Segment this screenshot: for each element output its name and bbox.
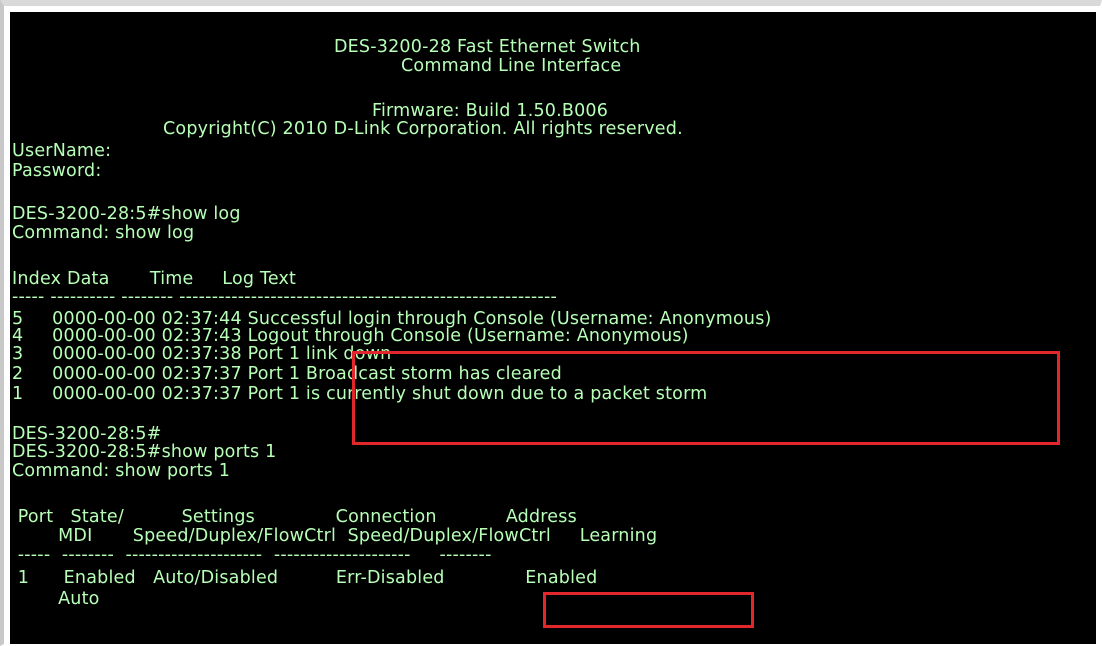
banner-copyright: Copyright(C) 2010 D-Link Corporation. Al… [163, 119, 683, 139]
banner-title-line1: DES-3200-28 Fast Ethernet Switch [334, 37, 641, 57]
log-row-4: 4 0000-00-00 02:37:43 Logout through Con… [12, 326, 689, 346]
screenshot-frame: DES-3200-28 Fast Ethernet Switch Command… [0, 0, 1102, 646]
ports-row-1-continued: Auto [12, 589, 100, 609]
log-row-1: 1 0000-00-00 02:37:37 Port 1 is currentl… [12, 384, 708, 404]
log-table-separator: ----- ---------- -------- --------------… [12, 287, 557, 307]
log-table-header: Index Data Time Log Text [12, 269, 297, 289]
password-prompt: Password: [12, 161, 102, 181]
banner-title-line2: Command Line Interface [401, 56, 622, 76]
banner-firmware: Firmware: Build 1.50.B006 [372, 101, 609, 121]
show-log-command-line: DES-3200-28:5#show log [12, 204, 241, 224]
ports-table-header-2: MDI Speed/Duplex/FlowCtrl Speed/Duplex/F… [12, 526, 658, 546]
log-row-3: 3 0000-00-00 02:37:38 Port 1 link down [12, 344, 392, 364]
ports-table-separator: ----- -------- --------------------- ---… [12, 545, 492, 565]
log-row-2: 2 0000-00-00 02:37:37 Port 1 Broadcast s… [12, 364, 562, 384]
err-disabled-highlight-box [543, 592, 754, 628]
show-ports-command-line: DES-3200-28:5#show ports 1 [12, 442, 277, 462]
ports-row-1: 1 Enabled Auto/Disabled Err-Disabled Ena… [12, 568, 598, 588]
ports-table-header-1: Port State/ Settings Connection Address [12, 507, 577, 527]
show-ports-echo: Command: show ports 1 [12, 461, 231, 481]
prompt-empty: DES-3200-28:5# [12, 424, 162, 444]
show-log-echo: Command: show log [12, 223, 195, 243]
terminal-window[interactable]: DES-3200-28 Fast Ethernet Switch Command… [10, 12, 1096, 644]
username-prompt: UserName: [12, 141, 112, 161]
